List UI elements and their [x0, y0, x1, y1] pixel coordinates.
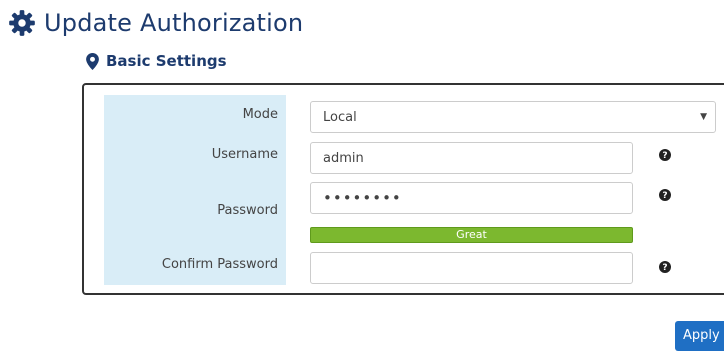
username-field[interactable]: admin	[310, 142, 633, 174]
password-value: ••••••••	[323, 189, 402, 207]
username-value: admin	[323, 150, 364, 166]
page-title-text: Update Authorization	[44, 9, 304, 37]
mode-select-value: Local	[323, 109, 357, 125]
question-circle-icon[interactable]: ?	[659, 189, 671, 201]
password-strength-meter: Great	[310, 227, 633, 243]
gear-icon	[9, 10, 35, 36]
question-circle-icon[interactable]: ?	[659, 149, 671, 161]
section-title-text: Basic Settings	[106, 52, 227, 70]
svg-text:?: ?	[662, 263, 667, 273]
map-marker-icon	[86, 52, 99, 70]
svg-text:?: ?	[662, 191, 667, 201]
label-column: Mode Username Password Confirm Password	[104, 95, 286, 285]
svg-text:?: ?	[662, 151, 667, 161]
mode-select[interactable]: Local ▼	[310, 101, 716, 133]
username-label: Username	[211, 147, 278, 162]
chevron-down-icon: ▼	[700, 112, 707, 122]
section-title: Basic Settings	[86, 50, 227, 72]
password-label: Password	[217, 203, 278, 218]
page-title: Update Authorization	[8, 6, 303, 40]
basic-settings-panel: Mode Username Password Confirm Password …	[82, 83, 724, 295]
confirm-password-label: Confirm Password	[161, 257, 278, 272]
mode-label: Mode	[242, 107, 278, 122]
question-circle-icon[interactable]: ?	[659, 261, 671, 273]
confirm-password-field[interactable]	[310, 252, 633, 284]
password-field[interactable]: ••••••••	[310, 182, 633, 214]
